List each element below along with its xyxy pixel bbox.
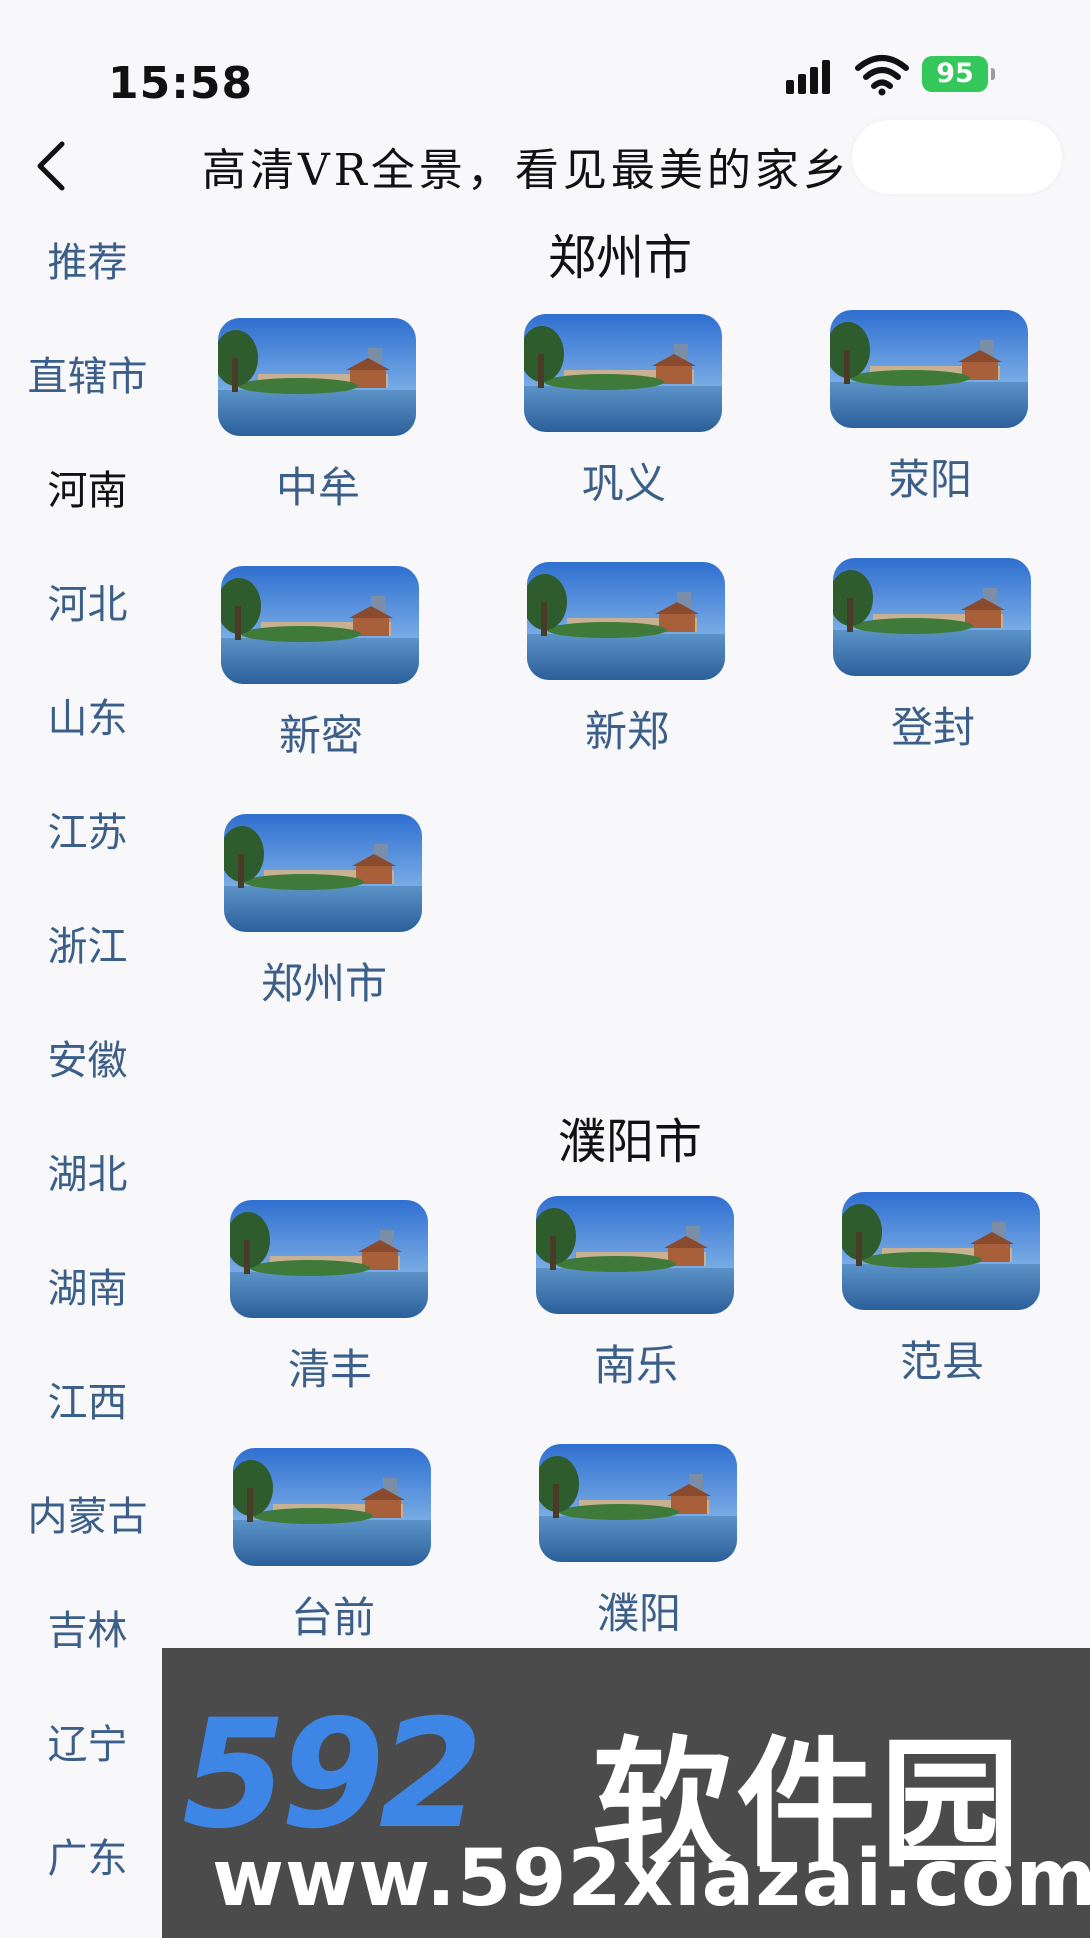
- sidebar-item[interactable]: 河北: [0, 572, 175, 630]
- city-tile-label: 郑州市: [260, 959, 387, 1008]
- sidebar-item[interactable]: 直辖市: [0, 344, 175, 402]
- city-tile-label: 台前: [290, 1593, 375, 1642]
- sidebar-item[interactable]: 江苏: [0, 800, 175, 858]
- section-title: 郑州市: [547, 230, 692, 286]
- scenic-thumbnail-image: [842, 1192, 1040, 1310]
- scenic-thumbnail-image: [833, 558, 1031, 676]
- city-tile[interactable]: 登封: [833, 558, 1033, 755]
- scenic-thumbnail-image: [539, 1444, 737, 1562]
- city-tile-label: 新密: [278, 711, 363, 760]
- sidebar-item[interactable]: 浙江: [0, 914, 175, 972]
- status-time: 15:58: [108, 58, 254, 109]
- back-button[interactable]: [28, 138, 72, 194]
- sidebar-item[interactable]: 辽宁: [0, 1712, 175, 1770]
- sidebar-item[interactable]: 湖南: [0, 1256, 175, 1314]
- city-tile-label: 荥阳: [887, 455, 972, 504]
- sidebar-item[interactable]: 山东: [0, 686, 175, 744]
- battery-indicator: 95: [922, 56, 995, 92]
- city-tile-label: 清丰: [287, 1345, 372, 1394]
- city-tile-label: 巩义: [581, 459, 666, 508]
- cellular-signal-icon: [786, 58, 838, 94]
- city-tile-label: 新郑: [584, 707, 669, 756]
- sidebar-item[interactable]: 广东: [0, 1826, 175, 1884]
- watermark-banner: 592 软件园 www.592xiazai.com: [162, 1648, 1090, 1938]
- city-tile[interactable]: 台前: [233, 1448, 433, 1645]
- city-tile-label: 中牟: [275, 463, 360, 512]
- sidebar-item[interactable]: 推荐: [0, 230, 175, 288]
- scenic-thumbnail-image: [224, 814, 422, 932]
- city-tile-label: 濮阳: [596, 1589, 681, 1638]
- scenic-thumbnail-image: [233, 1448, 431, 1566]
- city-tile[interactable]: 巩义: [524, 314, 724, 511]
- city-tile[interactable]: 清丰: [230, 1200, 430, 1397]
- scenic-thumbnail-image: [230, 1200, 428, 1318]
- city-tile[interactable]: 新郑: [527, 562, 727, 759]
- scenic-thumbnail-image: [536, 1196, 734, 1314]
- city-tile[interactable]: 中牟: [218, 318, 418, 515]
- city-tile[interactable]: 郑州市: [224, 814, 424, 1011]
- scenic-thumbnail-image: [218, 318, 416, 436]
- city-tile[interactable]: 新密: [221, 566, 421, 763]
- city-tile[interactable]: 濮阳: [539, 1444, 739, 1641]
- title-overlay: [852, 120, 1062, 194]
- city-tile[interactable]: 南乐: [536, 1196, 736, 1393]
- city-tile-label: 登封: [890, 703, 975, 752]
- sidebar-item[interactable]: 江西: [0, 1370, 175, 1428]
- sidebar-item[interactable]: 湖北: [0, 1142, 175, 1200]
- scenic-thumbnail-image: [527, 562, 725, 680]
- scenic-thumbnail-image: [524, 314, 722, 432]
- scenic-thumbnail-image: [221, 566, 419, 684]
- section-title: 濮阳市: [557, 1114, 702, 1170]
- sidebar-item[interactable]: 吉林: [0, 1598, 175, 1656]
- sidebar-item[interactable]: 内蒙古: [0, 1484, 175, 1542]
- city-tile-label: 范县: [899, 1337, 984, 1386]
- city-tile[interactable]: 范县: [842, 1192, 1042, 1389]
- scenic-thumbnail-image: [830, 310, 1028, 428]
- wifi-icon: [855, 55, 909, 96]
- watermark-url: www.592xiazai.com: [212, 1834, 1090, 1924]
- sidebar-item[interactable]: 河南: [0, 458, 175, 516]
- sidebar-item[interactable]: 安徽: [0, 1028, 175, 1086]
- city-tile[interactable]: 荥阳: [830, 310, 1030, 507]
- city-tile-label: 南乐: [593, 1341, 678, 1390]
- page-title: 高清VR全景，看见最美的家乡: [202, 145, 851, 196]
